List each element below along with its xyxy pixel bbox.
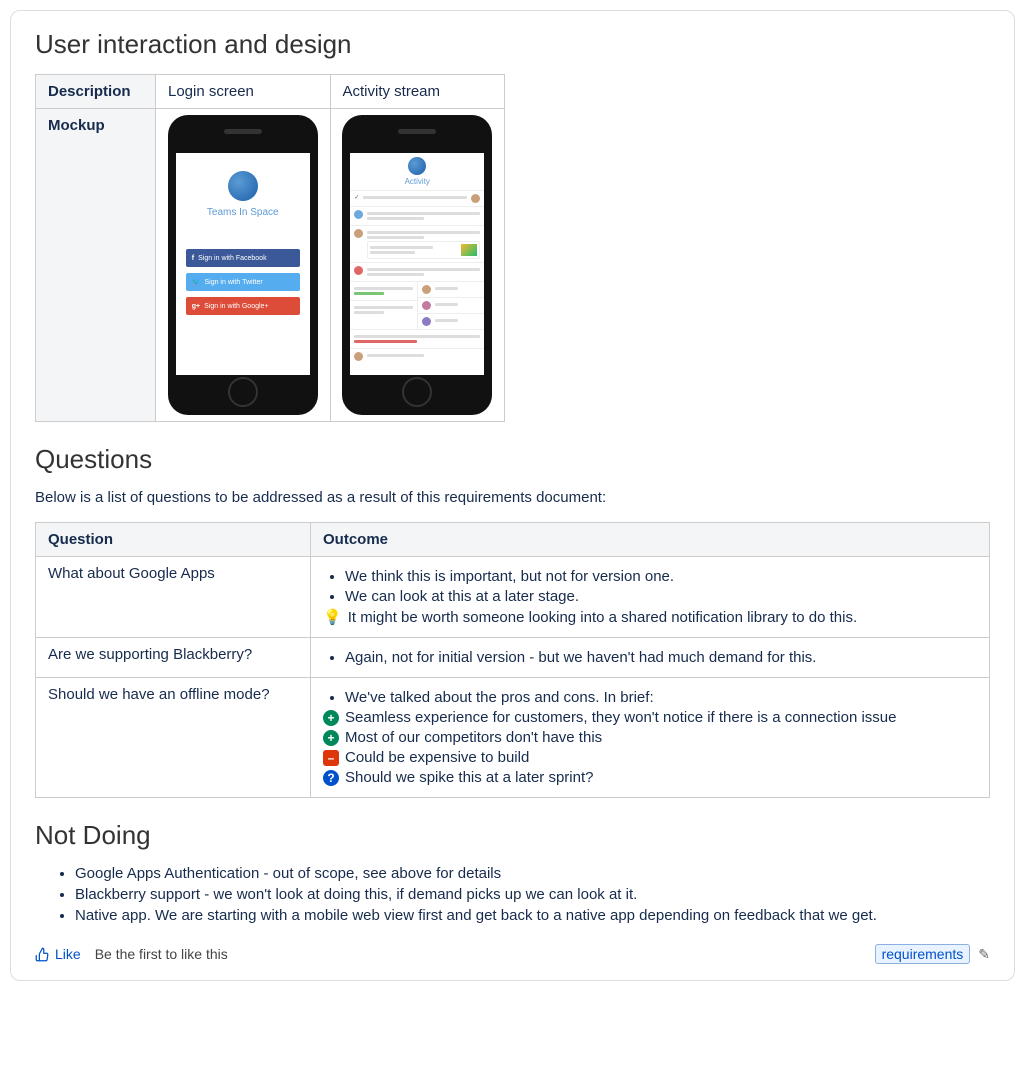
design-row-header: Description [36, 75, 156, 109]
facebook-signin-button: fSign in with Facebook [186, 249, 300, 267]
edit-labels-icon[interactable]: ✎ [978, 946, 990, 963]
outcome-item: We think this is important, but not for … [345, 568, 977, 585]
page-footer: Like Be the first to like this requireme… [35, 944, 990, 964]
activity-title: Activity [350, 177, 484, 186]
plus-icon: + [323, 710, 339, 726]
plus-icon: + [323, 730, 339, 746]
question-cell: Are we supporting Blackberry? [36, 638, 311, 678]
table-row: Should we have an offline mode? We've tal… [36, 678, 990, 798]
section-heading-design: User interaction and design [35, 29, 990, 60]
document-page: User interaction and design Description … [10, 10, 1015, 981]
outcome-text: Should we spike this at a later sprint? [345, 769, 593, 786]
twitter-signin-button: 🐦Sign in with Twitter [186, 273, 300, 291]
questions-intro: Below is a list of questions to be addre… [35, 489, 990, 506]
questions-table: Question Outcome What about Google AppsW… [35, 522, 990, 798]
design-desc-login: Login screen [156, 75, 331, 109]
app-logo-icon [228, 171, 258, 201]
brand-name: Teams In Space [207, 207, 279, 218]
minus-icon: – [323, 750, 339, 766]
mockup-login-cell: Teams In Space fSign in with Facebook 🐦S… [156, 109, 331, 422]
outcome-text: Could be expensive to build [345, 749, 529, 766]
like-hint: Be the first to like this [95, 946, 228, 962]
design-table: Description Login screen Activity stream… [35, 74, 505, 422]
design-row-header-mockup: Mockup [36, 109, 156, 422]
questions-header-question: Question [36, 523, 311, 557]
outcome-item: + Most of our competitors don't have this [323, 729, 977, 746]
question-cell: What about Google Apps [36, 557, 311, 638]
phone-mockup-login: Teams In Space fSign in with Facebook 🐦S… [168, 115, 318, 415]
outcome-item: ? Should we spike this at a later sprint? [323, 769, 977, 786]
questions-header-outcome: Outcome [311, 523, 990, 557]
thumbs-up-icon [35, 947, 50, 962]
question-cell: Should we have an offline mode? [36, 678, 311, 798]
outcome-cell: We think this is important, but not for … [311, 557, 990, 638]
list-item: Native app. We are starting with a mobil… [75, 907, 990, 924]
like-button[interactable]: Like [35, 946, 81, 962]
googleplus-signin-button: g+Sign in with Google+ [186, 297, 300, 315]
table-row: Are we supporting Blackberry? Again, not … [36, 638, 990, 678]
outcome-item: + Seamless experience for customers, they… [323, 709, 977, 726]
outcome-text: Most of our competitors don't have this [345, 729, 602, 746]
mockup-activity-cell: Activity ✓ [330, 109, 505, 422]
design-desc-activity: Activity stream [330, 75, 505, 109]
not-doing-list: Google Apps Authentication - out of scop… [35, 865, 990, 924]
list-item: Blackberry support - we won't look at do… [75, 886, 990, 903]
app-logo-icon [408, 157, 426, 175]
outcome-text: Seamless experience for customers, they … [345, 709, 896, 726]
outcome-cell: Again, not for initial version - but we … [311, 638, 990, 678]
question-icon: ? [323, 770, 339, 786]
outcome-item: Again, not for initial version - but we … [345, 649, 977, 666]
outcome-item: We can look at this at a later stage. [345, 588, 977, 605]
outcome-item: –Could be expensive to build [323, 749, 977, 766]
list-item: Google Apps Authentication - out of scop… [75, 865, 990, 882]
outcome-cell: We've talked about the pros and cons. In… [311, 678, 990, 798]
section-heading-questions: Questions [35, 444, 990, 475]
outcome-text: It might be worth someone looking into a… [348, 609, 857, 626]
lightbulb-icon: 💡 [323, 608, 342, 626]
outcome-item: We've talked about the pros and cons. In… [345, 689, 977, 706]
outcome-item: 💡 It might be worth someone looking into … [323, 608, 977, 626]
section-heading-not-doing: Not Doing [35, 820, 990, 851]
table-row: What about Google Apps We think this is i… [36, 557, 990, 638]
like-label: Like [55, 946, 81, 962]
label-chip[interactable]: requirements [875, 944, 971, 964]
phone-mockup-activity: Activity ✓ [342, 115, 492, 415]
